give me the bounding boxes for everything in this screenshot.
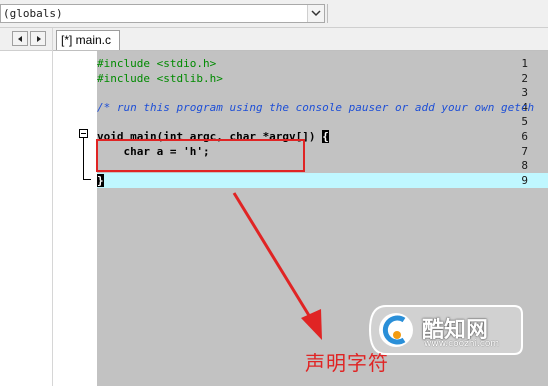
line-number: 5 xyxy=(521,115,528,128)
open-brace-highlight: { xyxy=(322,130,329,143)
chevron-down-icon[interactable] xyxy=(307,5,324,22)
arrow-right-icon xyxy=(37,36,41,42)
project-panel xyxy=(0,28,53,386)
line-number: 3 xyxy=(521,86,528,99)
annotation-label: 声明字符 xyxy=(305,351,389,375)
arrow-left-icon xyxy=(18,36,22,42)
toolbar-divider xyxy=(327,4,328,23)
close-brace-highlight: } xyxy=(97,174,104,187)
code-line-close-brace: } xyxy=(97,173,548,188)
fold-margin xyxy=(75,51,95,386)
scope-toolbar: (globals) xyxy=(0,0,548,28)
tab-main-c[interactable]: [*] main.c xyxy=(56,30,120,50)
annotation-highlight-box xyxy=(96,139,305,172)
line-number: 8 xyxy=(521,159,528,172)
scope-dropdown[interactable]: (globals) xyxy=(0,4,325,23)
fold-line xyxy=(83,138,84,180)
fold-collapse-icon[interactable] xyxy=(79,129,88,138)
watermark-url: www.coozhi.com xyxy=(424,339,500,349)
code-line-comment: /* run this program using the console pa… xyxy=(97,101,535,114)
scope-dropdown-value: (globals) xyxy=(3,7,63,20)
code-line-include-stdio: #include <stdio.h> xyxy=(97,57,217,70)
tab-label: [*] main.c xyxy=(61,33,112,47)
editor-tab-strip: [*] main.c xyxy=(53,28,548,51)
code-line-include-stdlib: #include <stdlib.h> xyxy=(97,72,223,85)
panel-nav xyxy=(0,28,52,51)
scroll-left-button[interactable] xyxy=(12,31,28,46)
scroll-right-button[interactable] xyxy=(30,31,46,46)
fold-end-marker xyxy=(83,179,91,180)
